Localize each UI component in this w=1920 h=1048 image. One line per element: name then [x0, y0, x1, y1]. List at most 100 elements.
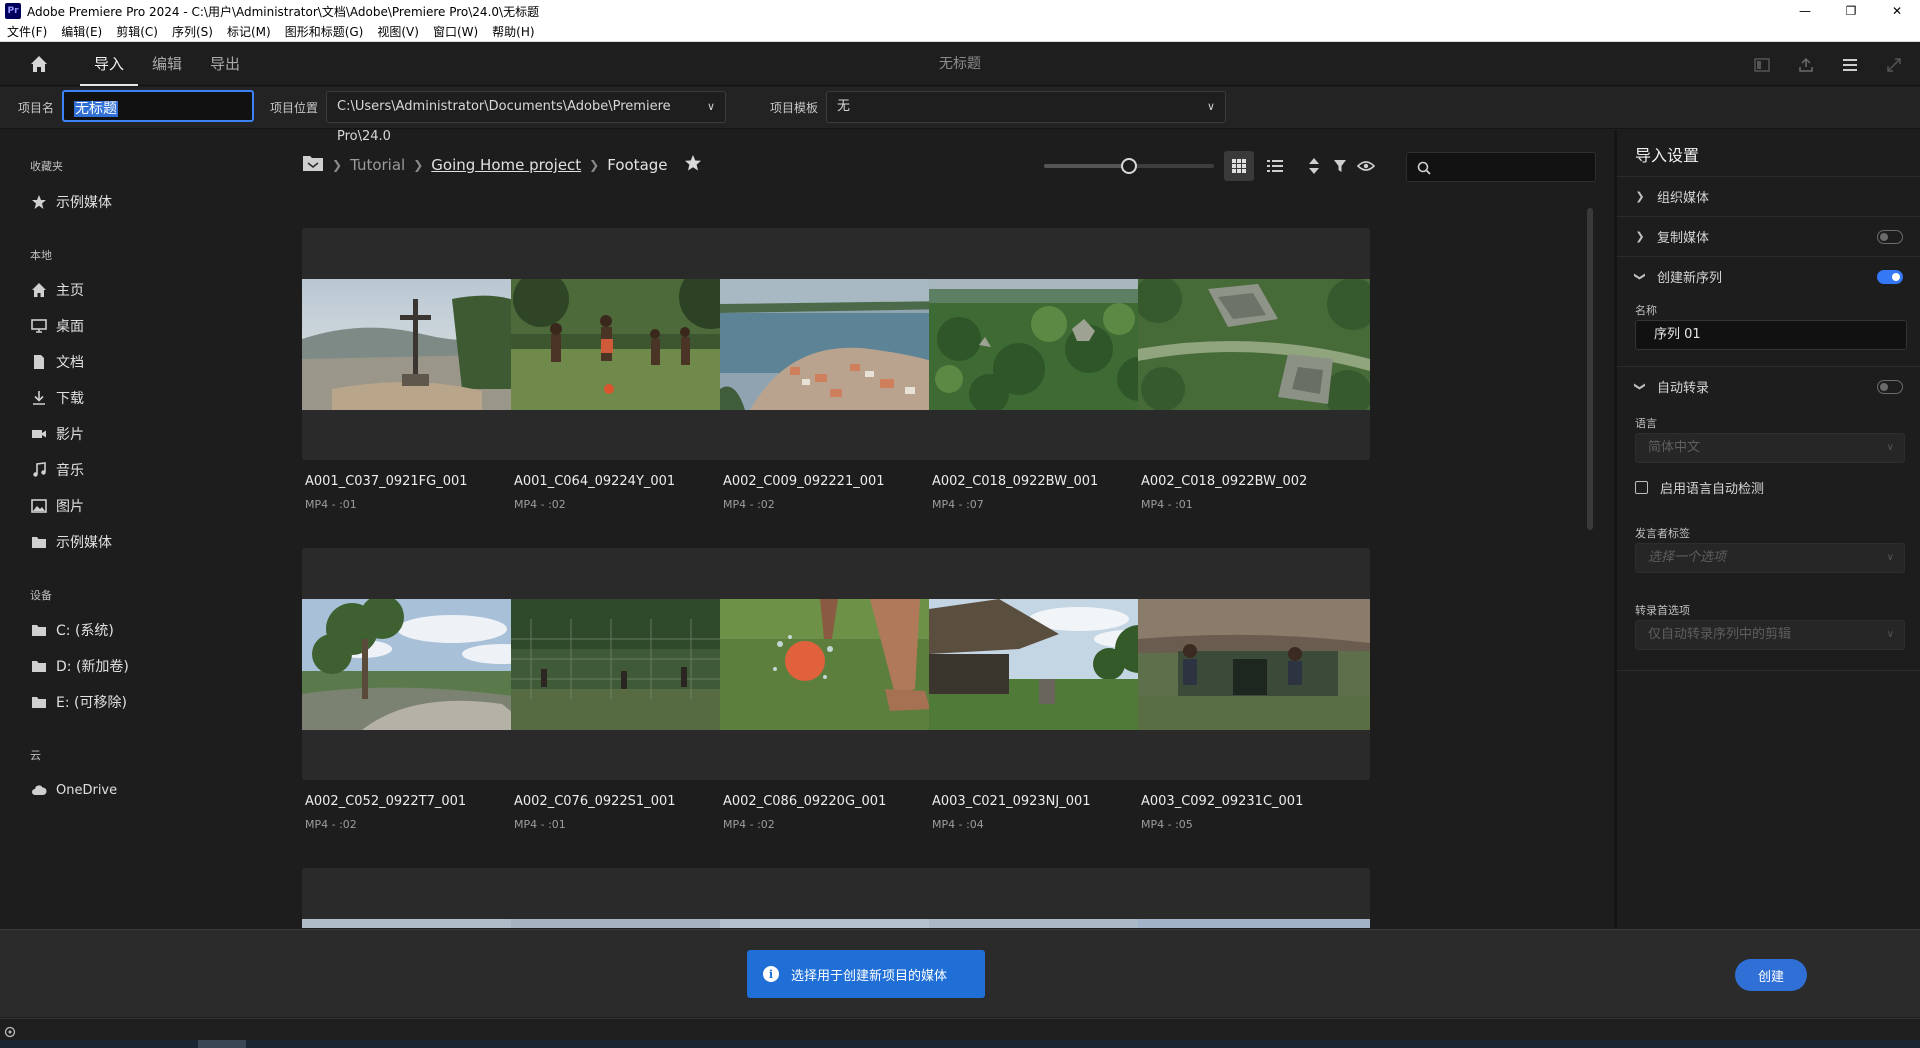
minimize-icon[interactable]: —	[1782, 0, 1828, 22]
folder-icon	[30, 621, 48, 639]
menu-sequence[interactable]: 序列(S)	[165, 23, 220, 40]
workspace-icon[interactable]	[1752, 55, 1772, 75]
media-card[interactable]	[1138, 228, 1370, 460]
media-search-input[interactable]	[1406, 152, 1596, 182]
sidebar-item-sample-media[interactable]: 示例媒体	[30, 532, 112, 552]
menu-window[interactable]: 窗口(W)	[426, 23, 485, 40]
eye-icon[interactable]	[1351, 151, 1381, 181]
menu-file[interactable]: 文件(F)	[0, 23, 54, 40]
folder-icon	[30, 533, 48, 551]
media-card[interactable]	[511, 548, 743, 780]
media-name: A002_C076_0922S1_001	[514, 794, 676, 809]
create-button[interactable]: 创建	[1735, 959, 1807, 991]
breadcrumb-tutorial[interactable]: Tutorial	[350, 156, 405, 174]
section-copy-media[interactable]: ❯ 复制媒体	[1617, 216, 1920, 256]
sidebar-item-drive-c[interactable]: C: (系统)	[30, 620, 114, 640]
media-thumbnail	[929, 599, 1161, 730]
menu-clip[interactable]: 剪辑(C)	[109, 23, 165, 40]
media-card[interactable]	[1138, 868, 1370, 928]
speaker-select[interactable]: 选择一个选项 ∨	[1635, 543, 1905, 573]
sidebar-item-documents[interactable]: 文档	[30, 352, 84, 372]
home-icon[interactable]	[28, 53, 50, 75]
menu-graphics[interactable]: 图形和标题(G)	[278, 23, 371, 40]
create-sequence-toggle[interactable]	[1877, 270, 1903, 284]
sidebar-item-sample-media-fav[interactable]: 示例媒体	[30, 192, 112, 212]
media-card[interactable]	[1138, 548, 1370, 780]
breadcrumb-going-home[interactable]: Going Home project	[431, 156, 581, 174]
folder-icon	[30, 693, 48, 711]
grid-view-icon[interactable]	[1224, 151, 1254, 181]
zoom-slider-handle[interactable]	[1121, 158, 1137, 174]
media-card[interactable]	[929, 548, 1161, 780]
chevron-down-icon: ∨	[1206, 100, 1215, 113]
list-view-icon[interactable]	[1260, 151, 1290, 181]
project-name-field[interactable]: 无标题	[62, 90, 254, 122]
close-icon[interactable]: ✕	[1874, 0, 1920, 22]
media-card[interactable]	[929, 868, 1161, 928]
menu-markers[interactable]: 标记(M)	[220, 23, 278, 40]
transcribe-pref-select[interactable]: 仅自动转录序列中的剪辑 ∨	[1635, 620, 1905, 650]
sidebar-item-downloads[interactable]: 下载	[30, 388, 84, 408]
media-thumbnail	[720, 599, 952, 730]
fullscreen-icon[interactable]	[1884, 55, 1904, 75]
sidebar-item-videos[interactable]: 影片	[30, 424, 84, 444]
transcribe-pref-value: 仅自动转录序列中的剪辑	[1648, 627, 1792, 642]
project-location-select[interactable]: C:\Users\Administrator\Documents\Adobe\P…	[326, 91, 726, 144]
transcribe-pref-label: 转录首选项	[1635, 604, 1690, 617]
sidebar-item-drive-d[interactable]: D: (新加卷)	[30, 656, 129, 676]
media-card[interactable]	[302, 548, 534, 780]
auto-detect-checkbox[interactable]: 启用语言自动检测	[1635, 478, 1764, 497]
menu-view[interactable]: 视图(V)	[370, 23, 426, 40]
sidebar-item-drive-e[interactable]: E: (可移除)	[30, 692, 127, 712]
section-organize-media[interactable]: ❯ 组织媒体	[1617, 176, 1920, 216]
sidebar-item-home[interactable]: 主页	[30, 280, 84, 300]
sequence-name-input[interactable]: 序列 01	[1635, 320, 1907, 350]
chevron-down-icon: ❯	[1633, 381, 1647, 392]
media-card[interactable]	[302, 228, 534, 460]
sidebar-item-onedrive[interactable]: OneDrive	[30, 780, 117, 800]
media-meta: MP4 - :02	[723, 818, 775, 831]
media-card[interactable]	[720, 228, 952, 460]
media-meta: MP4 - :05	[1141, 818, 1193, 831]
sidebar-item-label: 影片	[56, 427, 84, 443]
sidebar-item-music[interactable]: 音乐	[30, 460, 84, 480]
tab-import[interactable]: 导入	[80, 43, 139, 86]
media-thumbnail	[511, 919, 743, 928]
media-meta: MP4 - :02	[305, 818, 357, 831]
sidebar-item-desktop[interactable]: 桌面	[30, 316, 84, 336]
tab-edit[interactable]: 编辑	[138, 43, 196, 86]
auto-transcribe-toggle[interactable]	[1877, 380, 1903, 394]
sidebar-item-pictures[interactable]: 图片	[30, 496, 84, 516]
taskbar-item[interactable]	[198, 1040, 246, 1048]
taskbar-strip	[0, 1040, 1920, 1048]
media-thumbnail	[511, 599, 743, 730]
media-card[interactable]	[302, 868, 534, 928]
sidebar-item-label: C: (系统)	[56, 623, 114, 639]
media-meta: MP4 - :01	[514, 818, 566, 831]
media-card[interactable]	[511, 228, 743, 460]
chevron-right-icon: ❯	[413, 158, 424, 172]
copy-media-toggle[interactable]	[1877, 230, 1903, 244]
favorite-star-icon[interactable]	[684, 154, 702, 176]
tab-export[interactable]: 导出	[196, 43, 254, 86]
menu-help[interactable]: 帮助(H)	[485, 23, 541, 40]
media-grid-scrollbar[interactable]	[1587, 208, 1593, 530]
media-card[interactable]	[511, 868, 743, 928]
section-create-sequence[interactable]: ❯ 创建新序列	[1617, 256, 1920, 296]
sidebar-item-label: 下载	[56, 391, 84, 407]
media-card[interactable]	[720, 868, 952, 928]
project-template-select[interactable]: 无 ∨	[826, 91, 1226, 123]
share-icon[interactable]	[1796, 55, 1816, 75]
menu-edit[interactable]: 编辑(E)	[54, 23, 109, 40]
menu-lines-icon[interactable]	[1840, 55, 1860, 75]
chevron-right-icon: ❯	[1635, 230, 1645, 243]
section-auto-transcribe[interactable]: ❯ 自动转录	[1617, 366, 1920, 406]
media-name: A003_C021_0923NJ_001	[932, 794, 1091, 809]
media-thumbnail	[302, 279, 534, 410]
media-card[interactable]	[929, 228, 1161, 460]
language-select[interactable]: 简体中文 ∨	[1635, 433, 1905, 463]
media-grid: A001_C037_0921FG_001 MP4 - :01 A001_C064_0…	[302, 200, 1580, 928]
restore-icon[interactable]: ❐	[1828, 0, 1874, 22]
folder-browse-icon[interactable]	[302, 154, 324, 176]
media-card[interactable]	[720, 548, 952, 780]
